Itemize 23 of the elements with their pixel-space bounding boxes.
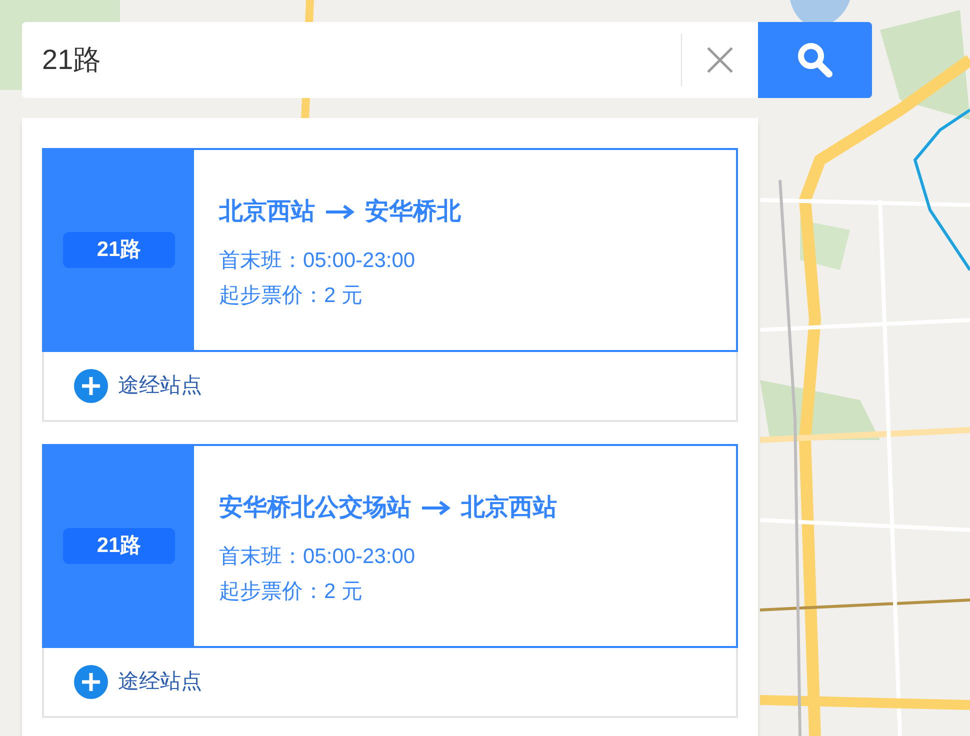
destination-stop: 北京西站 [461,493,557,523]
origin-stop: 安华桥北公交场站 [219,493,411,523]
stops-button[interactable]: 途经站点 [42,648,738,718]
search-button[interactable] [758,22,872,98]
close-icon [706,46,734,74]
search-icon [796,41,834,79]
clear-button[interactable] [682,22,758,98]
route-card[interactable]: 21路 安华桥北公交场站 北京西站 首末班：05:00-23:00 起步票价：2 元 [42,444,738,648]
service-hours: 首末班：05:00-23:00 [219,250,416,271]
stops-button[interactable]: 途经站点 [42,352,738,422]
route-badge: 21路 [63,232,175,268]
route-badge: 21路 [63,528,175,564]
fare: 起步票价：2 元 [219,285,364,306]
fare: 起步票价：2 元 [219,581,364,602]
arrow-icon [421,500,451,516]
plus-icon [74,369,108,403]
search-input[interactable]: 21路 [22,22,681,98]
plus-icon [74,665,108,699]
route-card[interactable]: 21路 北京西站 安华桥北 首末班：05:00-23:00 起步票价：2 元 [42,148,738,352]
destination-stop: 安华桥北 [365,197,461,227]
origin-stop: 北京西站 [219,197,315,227]
arrow-icon [325,204,355,220]
service-hours: 首末班：05:00-23:00 [219,546,416,567]
